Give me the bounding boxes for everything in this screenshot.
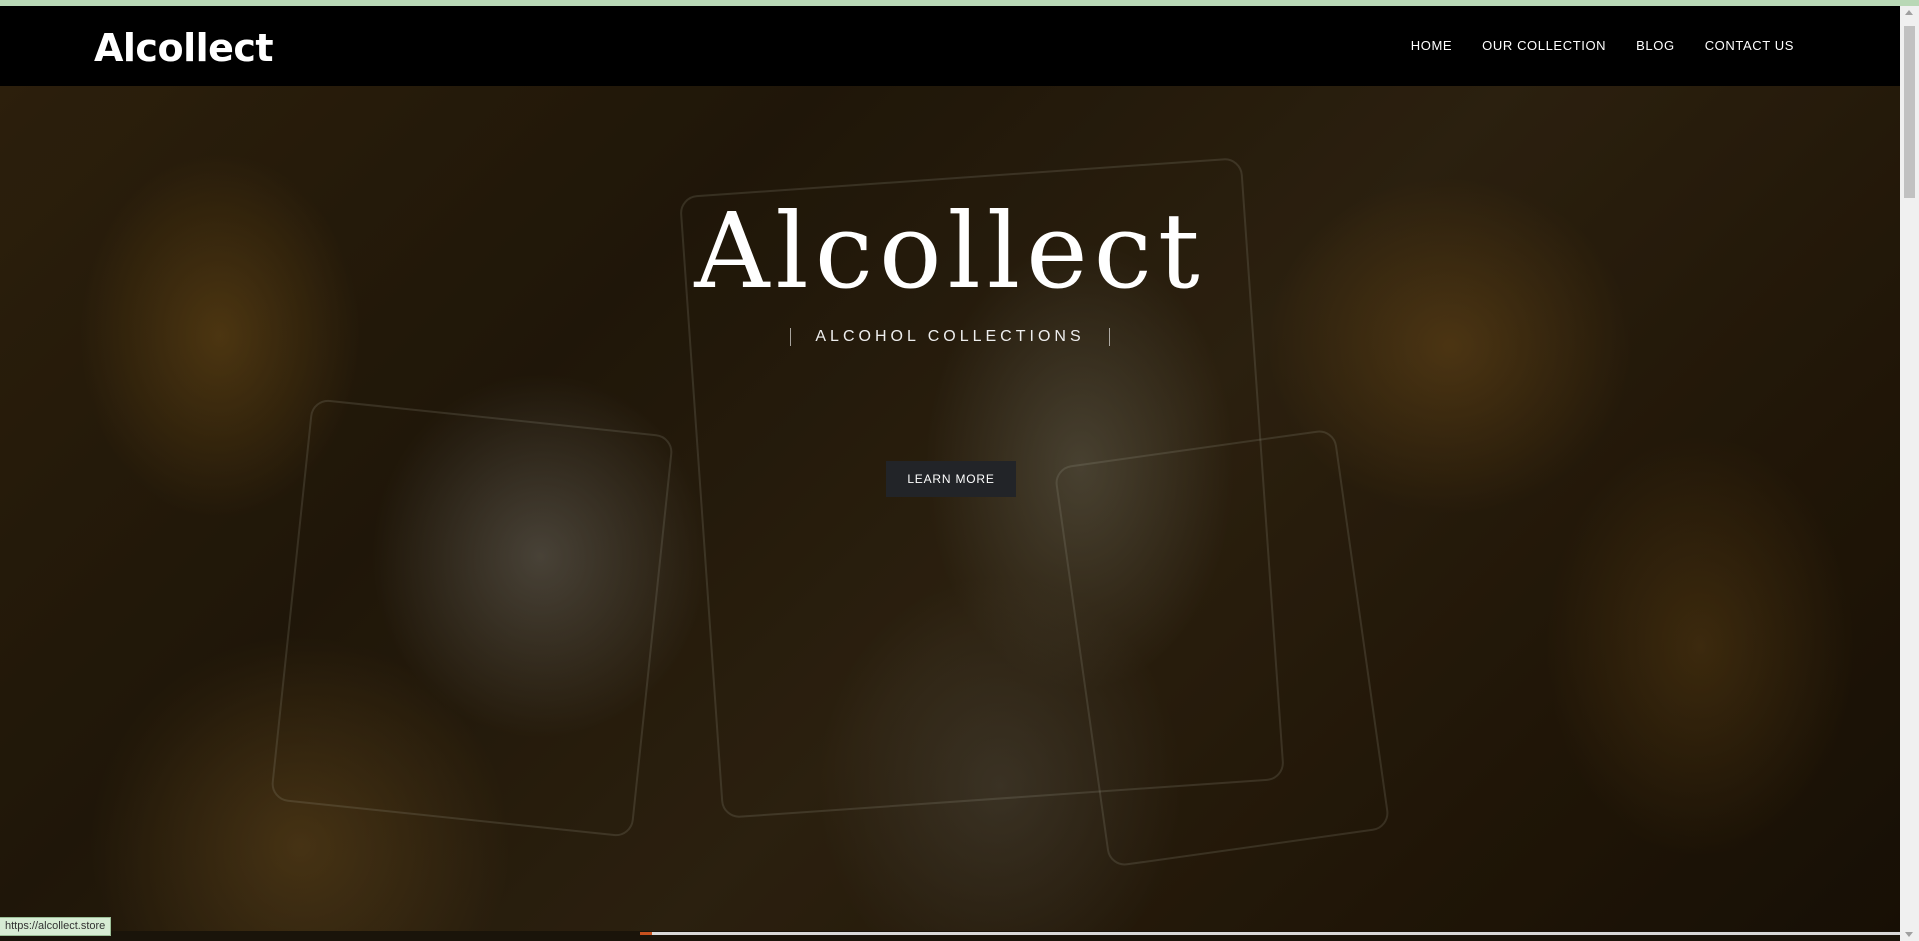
- nav-home-link[interactable]: HOME: [1411, 38, 1452, 53]
- scroll-up-arrow-icon[interactable]: [1905, 10, 1913, 15]
- page-load-progress-fill: [640, 932, 652, 935]
- brand-logo[interactable]: Alcollect: [94, 26, 274, 70]
- hero-tagline: ALCOHOL COLLECTIONS: [790, 328, 1110, 346]
- status-bar-url: https://alcollect.store: [0, 917, 112, 936]
- scroll-down-arrow-icon[interactable]: [1905, 932, 1913, 937]
- nav-contact-us-link[interactable]: CONTACT US: [1705, 38, 1794, 53]
- page-load-progress: [640, 932, 1900, 935]
- hero-tagline-wrapper: ALCOHOL COLLECTIONS: [0, 328, 1900, 346]
- nav-blog-link[interactable]: BLOG: [1636, 38, 1675, 53]
- nav-our-collection-link[interactable]: OUR COLLECTION: [1482, 38, 1606, 53]
- site-header: Alcollect HOME OUR COLLECTION BLOG CONTA…: [0, 6, 1900, 86]
- learn-more-button[interactable]: LEARN MORE: [886, 461, 1016, 497]
- main-nav: HOME OUR COLLECTION BLOG CONTACT US: [1411, 38, 1794, 53]
- page-scrollbar[interactable]: [1900, 6, 1919, 941]
- hero-title: Alcollect: [694, 190, 1206, 312]
- scrollbar-thumb[interactable]: [1904, 26, 1915, 198]
